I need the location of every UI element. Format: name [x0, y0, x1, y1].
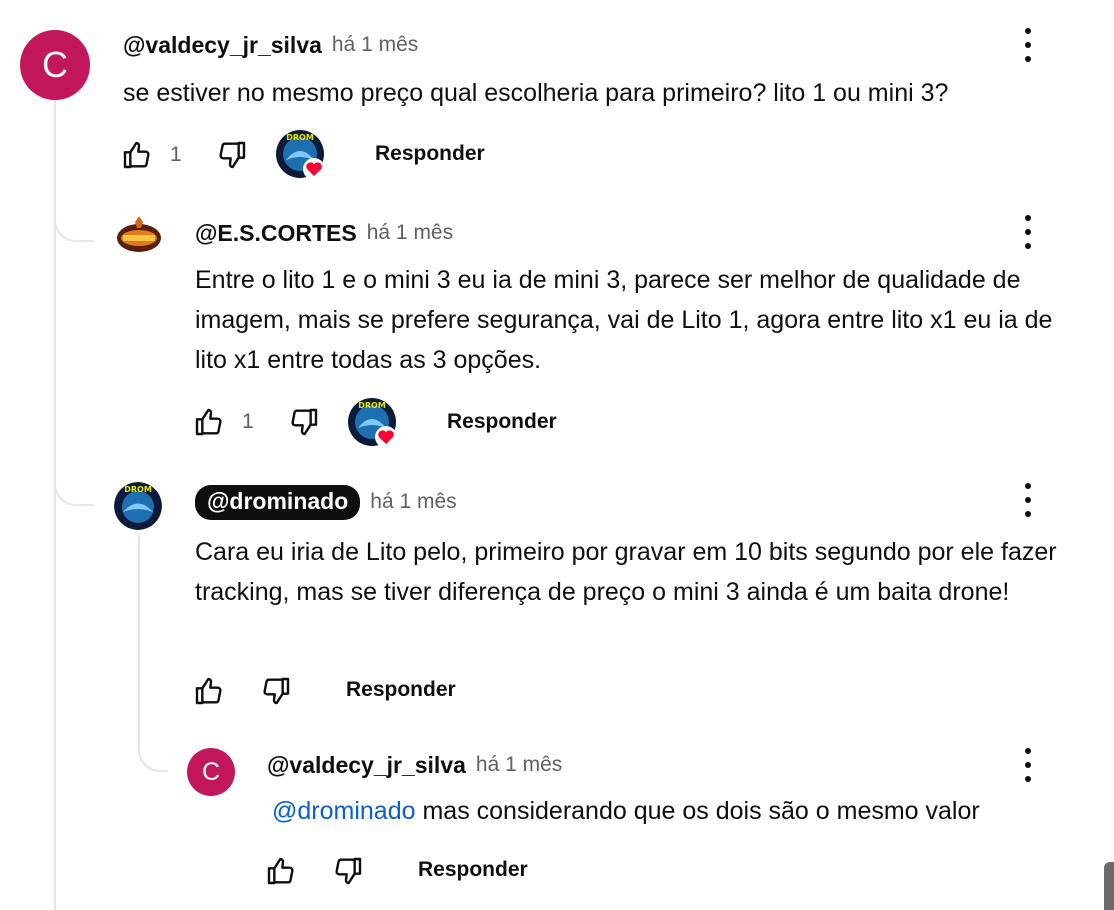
- comment-header: @drominado há 1 mês: [195, 484, 457, 520]
- more-vert-icon[interactable]: [1023, 28, 1033, 62]
- avatar[interactable]: DROM: [114, 482, 162, 530]
- creator-heart[interactable]: DROM: [276, 130, 326, 180]
- avatar-letter: C: [201, 757, 221, 786]
- thread-connector: [54, 468, 94, 506]
- thumb-down-icon[interactable]: [260, 675, 292, 707]
- reply-button[interactable]: Responder: [346, 678, 456, 702]
- creator-heart[interactable]: DROM: [348, 398, 398, 448]
- thread-connector: [54, 200, 94, 242]
- author-handle[interactable]: @E.S.CORTES: [195, 220, 357, 247]
- escortes-logo-icon: [117, 216, 161, 252]
- svg-text:DROM: DROM: [124, 485, 152, 494]
- comment-header: @valdecy_jr_silva há 1 mês: [123, 28, 418, 62]
- thumb-up-icon[interactable]: [193, 675, 225, 707]
- comment-text: Entre o lito 1 e o mini 3 eu ia de mini …: [195, 260, 1085, 380]
- thumb-down-icon[interactable]: [288, 406, 320, 438]
- like-count: 1: [170, 143, 182, 166]
- comment-body: se estiver no mesmo preço qual escolheri…: [123, 79, 949, 107]
- thumb-down-icon[interactable]: [216, 139, 248, 171]
- comment-header: @E.S.CORTES há 1 mês: [195, 216, 453, 250]
- thumb-up-icon[interactable]: [265, 855, 297, 887]
- comment-body: mas considerando que os dois são o mesmo…: [422, 797, 980, 825]
- timestamp[interactable]: há 1 mês: [476, 753, 562, 777]
- more-vert-icon[interactable]: [1023, 483, 1033, 517]
- timestamp[interactable]: há 1 mês: [367, 221, 453, 245]
- comment-body: Entre o lito 1 e o mini 3 eu ia de mini …: [195, 266, 1053, 374]
- avatar-letter: C: [42, 44, 68, 85]
- thumb-down-icon[interactable]: [332, 855, 364, 887]
- thread-connector: [138, 728, 168, 772]
- reply-button[interactable]: Responder: [447, 410, 557, 434]
- comment-text: @drominado mas considerando que os dois …: [272, 791, 1092, 831]
- scrollbar-thumb[interactable]: [1104, 862, 1114, 910]
- comment-body: Cara eu iria de Lito pelo, primeiro por …: [195, 538, 1057, 606]
- like-count: 1: [242, 410, 254, 433]
- reply-button[interactable]: Responder: [375, 142, 485, 166]
- svg-text:DROM: DROM: [358, 401, 386, 410]
- creator-handle-badge[interactable]: @drominado: [195, 484, 361, 520]
- avatar[interactable]: [115, 214, 163, 262]
- thumb-up-icon[interactable]: [121, 139, 153, 171]
- thread-line: [138, 534, 140, 734]
- avatar[interactable]: C: [187, 748, 235, 796]
- comment-header: @valdecy_jr_silva há 1 mês: [267, 748, 562, 782]
- heart-icon: [375, 426, 397, 448]
- timestamp[interactable]: há 1 mês: [370, 490, 456, 514]
- comment-text: se estiver no mesmo preço qual escolheri…: [123, 73, 1083, 113]
- timestamp[interactable]: há 1 mês: [332, 33, 418, 57]
- more-vert-icon[interactable]: [1023, 215, 1033, 249]
- reply-button[interactable]: Responder: [418, 858, 528, 882]
- drominado-logo-icon: DROM: [114, 482, 162, 530]
- heart-icon: [303, 158, 325, 180]
- svg-text:DROM: DROM: [286, 133, 314, 142]
- comment-text: Cara eu iria de Lito pelo, primeiro por …: [195, 532, 1075, 612]
- more-vert-icon[interactable]: [1023, 748, 1033, 782]
- author-handle[interactable]: @valdecy_jr_silva: [267, 752, 466, 779]
- author-handle[interactable]: @valdecy_jr_silva: [123, 32, 322, 59]
- mention-link[interactable]: @drominado: [272, 797, 416, 825]
- avatar[interactable]: C: [20, 30, 90, 100]
- thumb-up-icon[interactable]: [193, 406, 225, 438]
